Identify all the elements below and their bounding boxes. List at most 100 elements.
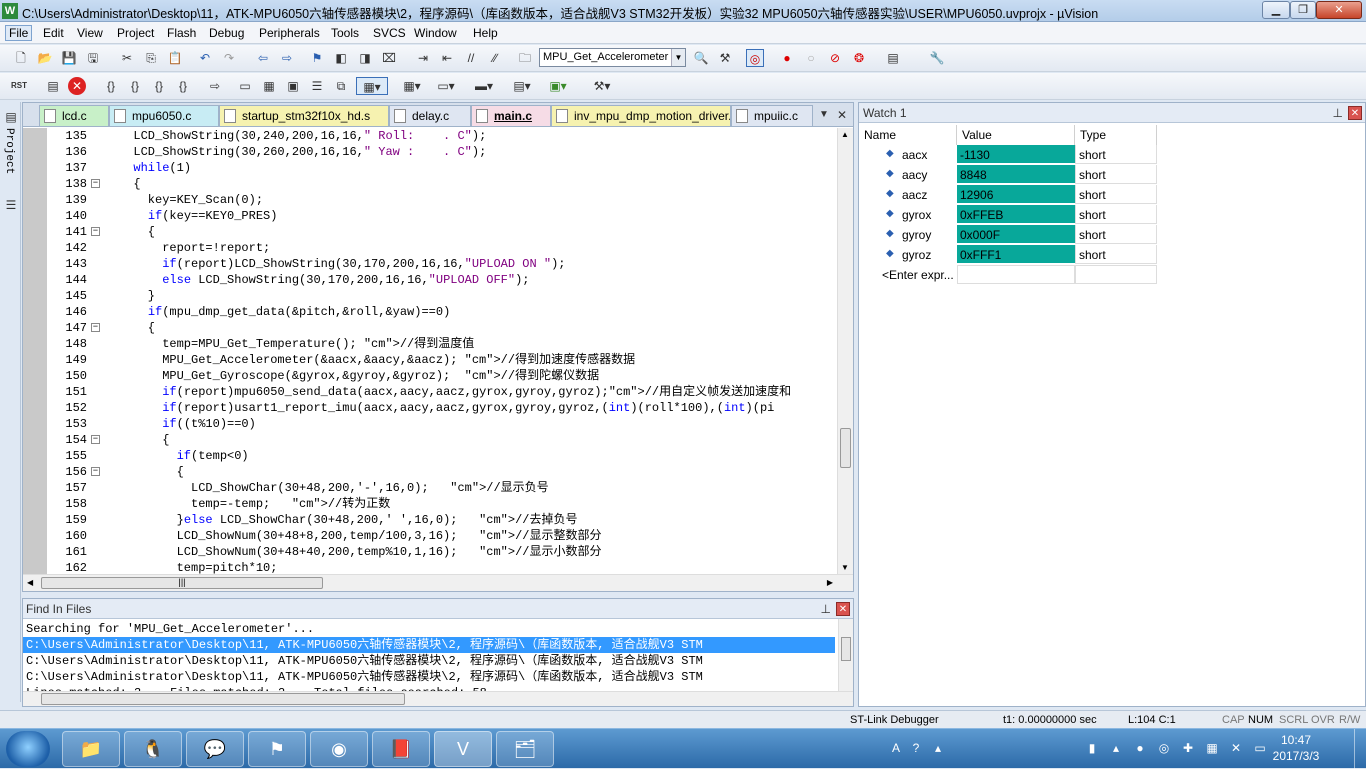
code-line[interactable]: 152 if(report)usart1_report_imu(aacx,aac… [47, 400, 836, 416]
volume-muted-icon[interactable]: ✕ [1228, 740, 1244, 756]
tray-expand-icon[interactable]: ▴ [930, 740, 946, 756]
find-combo-box[interactable]: MPU_Get_Accelerometer ▼ [539, 48, 686, 67]
run-icon[interactable]: ▤ [44, 77, 62, 95]
comment-icon[interactable]: // [462, 49, 480, 67]
code-line[interactable]: 139 key=KEY_Scan(0); [47, 192, 836, 208]
code-line[interactable]: 145 } [47, 288, 836, 304]
menu-help[interactable]: Help [470, 25, 501, 41]
fold-toggle-icon[interactable]: − [91, 227, 100, 236]
registers-window-icon[interactable]: ☰ [308, 77, 326, 95]
save-all-icon[interactable]: 🖫 [84, 49, 102, 67]
watch-var-value[interactable]: 0x000F [957, 225, 1075, 244]
watch-row[interactable]: ◆ gyrox 0xFFEB short [859, 205, 1159, 225]
analysis-window-icon[interactable]: ▬▾ [470, 77, 498, 95]
tab-delay-c[interactable]: delay.c [389, 105, 471, 126]
network-icon[interactable]: ▦ [1204, 740, 1220, 756]
call-stack-window-icon[interactable]: ⧉ [332, 77, 350, 95]
app-taskbar-icon[interactable]: ⚑ [248, 731, 306, 767]
step-out-icon[interactable]: {} [150, 77, 168, 95]
find-result-line[interactable]: C:\Users\Administrator\Desktop\11, ATK-M… [26, 669, 834, 685]
scroll-thumb[interactable] [840, 428, 851, 468]
prev-bookmark-icon[interactable]: ◧ [332, 49, 350, 67]
scroll-thumb[interactable] [841, 637, 851, 661]
menu-file[interactable]: File [5, 25, 33, 41]
code-area[interactable]: 135 LCD_ShowString(30,240,200,16,16," Ro… [23, 128, 836, 574]
code-line[interactable]: 137 while(1) [47, 160, 836, 176]
code-line[interactable]: 138− { [47, 176, 836, 192]
watch-window-icon[interactable]: ▦▾ [356, 77, 388, 95]
find-vertical-scrollbar[interactable] [838, 619, 853, 691]
code-line[interactable]: 158 temp=-temp; "cm">//转为正数 [47, 496, 836, 512]
minimize-button[interactable]: ▁ [1262, 1, 1290, 19]
code-line[interactable]: 151 if(report)mpu6050_send_data(aacx,aac… [47, 384, 836, 400]
breakpoint-gutter[interactable] [23, 128, 47, 574]
watch-row[interactable]: ◆ gyroz 0xFFF1 short [859, 245, 1159, 265]
serial-window-icon[interactable]: ▭▾ [432, 77, 460, 95]
watch-enter-expression-row[interactable]: <Enter expr... [859, 265, 1159, 285]
cut-icon[interactable]: ✂ [118, 49, 136, 67]
step-into-icon[interactable]: {} [102, 77, 120, 95]
step-over-icon[interactable]: {} [126, 77, 144, 95]
menu-project[interactable]: Project [114, 25, 157, 41]
watch-var-value[interactable]: -1130 [957, 145, 1075, 164]
command-window-icon[interactable]: ▭ [236, 77, 254, 95]
wechat-taskbar-icon[interactable]: 💬 [186, 731, 244, 767]
code-line[interactable]: 150 MPU_Get_Gyroscope(&gyrox,&gyroy,&gyr… [47, 368, 836, 384]
show-desktop-button[interactable] [1354, 729, 1366, 769]
find-result-line[interactable]: C:\Users\Administrator\Desktop\11, ATK-M… [26, 653, 834, 669]
menu-peripherals[interactable]: Peripherals [256, 25, 323, 41]
editor-horizontal-scrollbar[interactable]: ◀ ||| ▶ [23, 574, 853, 591]
disassembly-window-icon[interactable]: ▦ [260, 77, 278, 95]
code-line[interactable]: 148 temp=MPU_Get_Temperature(); "cm">//得… [47, 336, 836, 352]
window-layout-icon[interactable]: ▤ [884, 49, 902, 67]
disable-all-breakpoints-icon[interactable]: ❂ [850, 49, 868, 67]
code-line[interactable]: 149 MPU_Get_Accelerometer(&aacx,&aacy,&a… [47, 352, 836, 368]
enter-expression-placeholder[interactable]: <Enter expr... [882, 265, 954, 285]
column-header-name[interactable]: Name [859, 125, 957, 145]
code-line[interactable]: 157 LCD_ShowChar(30+48,200,'-',16,0); "c… [47, 480, 836, 496]
show-next-statement-icon[interactable]: ⇨ [206, 77, 224, 95]
copy-icon[interactable]: ⎘ [142, 49, 160, 67]
tab-mpu6050-c[interactable]: mpu6050.c [109, 105, 219, 126]
tab-list-chevron-icon[interactable]: ▼ [815, 106, 833, 124]
help-icon[interactable]: ? [908, 740, 924, 756]
memory-window-icon[interactable]: ▦▾ [398, 77, 426, 95]
tab-mpuiic-c[interactable]: mpuiic.c [731, 105, 813, 126]
tab-main-c[interactable]: main.c [471, 105, 551, 126]
watch-row[interactable]: ◆ aacx -1130 short [859, 145, 1159, 165]
symbols-window-icon[interactable]: ▣ [284, 77, 302, 95]
fold-toggle-icon[interactable]: − [91, 179, 100, 188]
tray-plus-icon[interactable]: ✚ [1180, 740, 1196, 756]
unindent-icon[interactable]: ⇤ [438, 49, 456, 67]
reset-icon[interactable]: RST [10, 77, 28, 95]
code-line[interactable]: 159 }else LCD_ShowChar(30+48,200,' ',16,… [47, 512, 836, 528]
chevron-down-icon[interactable]: ▼ [671, 49, 685, 66]
menu-edit[interactable]: Edit [40, 25, 67, 41]
find-result-line[interactable]: Searching for 'MPU_Get_Accelerometer'... [26, 621, 834, 637]
input-method-icon[interactable]: A [888, 740, 904, 756]
incremental-find-icon[interactable]: ⚒ [716, 49, 734, 67]
code-line[interactable]: 143 if(report)LCD_ShowString(30,170,200,… [47, 256, 836, 272]
tray-wechat-icon[interactable]: ● [1132, 740, 1148, 756]
folder-taskbar-icon[interactable]: 🗂 [496, 731, 554, 767]
close-window-button[interactable]: ✕ [1316, 1, 1362, 19]
code-line[interactable]: 142 report=!report; [47, 240, 836, 256]
find-horizontal-scrollbar[interactable] [23, 691, 853, 706]
menu-svcs[interactable]: SVCS [370, 25, 409, 41]
nav-forward-icon[interactable]: ⇨ [278, 49, 296, 67]
disable-breakpoint-icon[interactable]: ○ [802, 49, 820, 67]
code-line[interactable]: 156− { [47, 464, 836, 480]
next-bookmark-icon[interactable]: ◨ [356, 49, 374, 67]
explorer-taskbar-icon[interactable]: 📁 [62, 731, 120, 767]
code-line[interactable]: 160 LCD_ShowNum(30+48+8,200,temp/100,3,1… [47, 528, 836, 544]
save-icon[interactable]: 💾 [60, 49, 78, 67]
debug-session-icon[interactable]: ◎ [746, 49, 764, 67]
scroll-up-icon[interactable]: ▲ [841, 130, 849, 139]
project-panel-icon[interactable]: ▤ [2, 108, 20, 126]
breakpoint-icon[interactable]: ● [778, 49, 796, 67]
project-tab-label[interactable]: Project [3, 128, 15, 174]
qq-taskbar-icon[interactable]: 🐧 [124, 731, 182, 767]
code-line[interactable]: 146 if(mpu_dmp_get_data(&pitch,&roll,&ya… [47, 304, 836, 320]
code-line[interactable]: 155 if(temp<0) [47, 448, 836, 464]
watch-var-value[interactable]: 12906 [957, 185, 1075, 204]
